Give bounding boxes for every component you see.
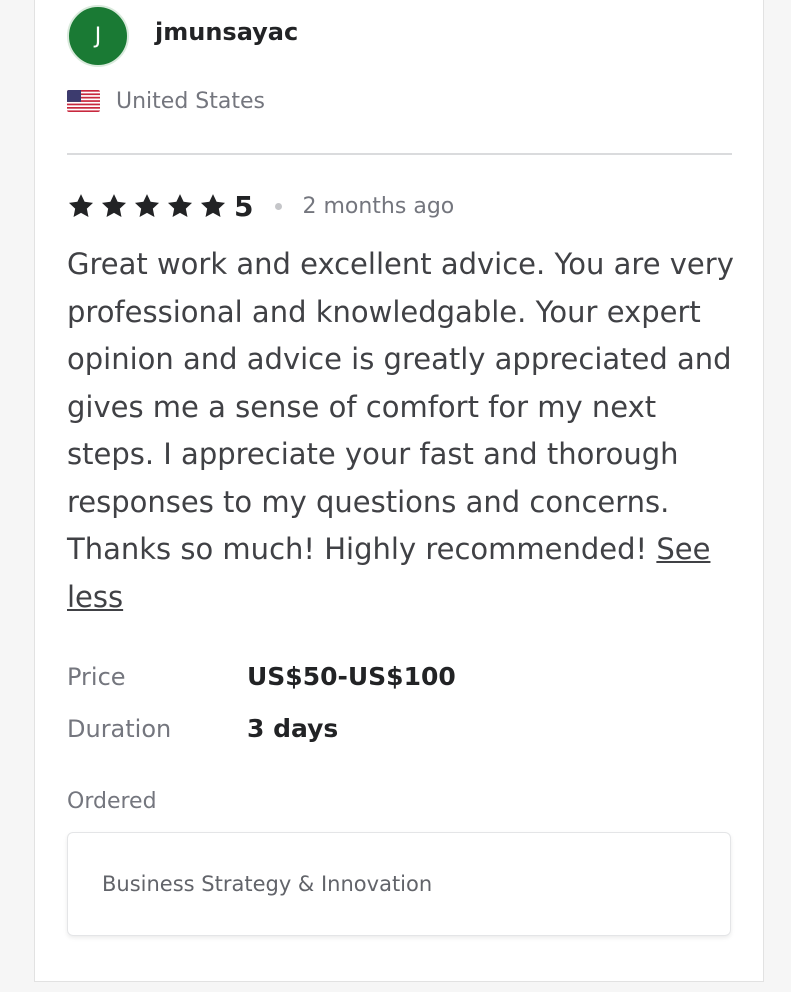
duration-row: Duration 3 days — [67, 714, 338, 743]
star-rating — [67, 192, 232, 220]
separator-dot — [275, 202, 283, 210]
ordered-service-name: Business Strategy & Innovation — [102, 872, 433, 896]
rating-value: 5 — [234, 189, 254, 223]
price-value: US$50-US$100 — [247, 662, 456, 691]
star-icon — [167, 194, 193, 217]
avatar[interactable]: J — [67, 5, 129, 67]
rating-row: 5 2 months ago — [67, 186, 454, 226]
review-time: 2 months ago — [302, 193, 455, 219]
star-icon — [68, 194, 94, 217]
price-label: Price — [67, 662, 126, 691]
duration-value: 3 days — [247, 714, 339, 743]
review-card: J jmunsayac United States 5 2 months ago… — [34, 0, 764, 982]
star-icon — [134, 194, 160, 217]
ordered-label: Ordered — [67, 789, 157, 814]
price-row: Price US$50-US$100 — [67, 662, 456, 691]
country-name: United States — [116, 88, 265, 114]
reviewer-username[interactable]: jmunsayac — [155, 18, 298, 46]
review-text: Great work and excellent advice. You are… — [67, 241, 737, 621]
review-body: Great work and excellent advice. You are… — [67, 247, 734, 566]
duration-label: Duration — [67, 714, 172, 743]
ordered-service-card[interactable]: Business Strategy & Innovation — [67, 832, 731, 936]
star-icon — [200, 194, 226, 217]
reviewer-country: United States — [67, 86, 265, 116]
avatar-letter: J — [94, 23, 102, 49]
star-icon — [101, 194, 127, 217]
divider — [67, 153, 732, 155]
us-flag-icon — [67, 90, 100, 112]
